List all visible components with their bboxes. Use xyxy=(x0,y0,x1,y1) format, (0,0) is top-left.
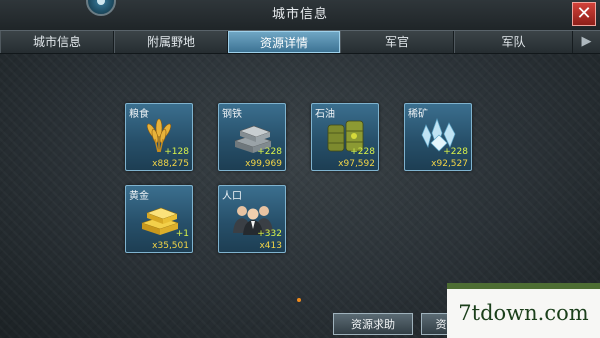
close-button[interactable]: ✕ xyxy=(572,2,596,26)
resource-total: x92,527 xyxy=(431,159,468,169)
tab-attached-wilds[interactable]: 附属野地 xyxy=(114,31,228,53)
resource-total: x88,275 xyxy=(152,159,189,169)
resource-rate: +128 xyxy=(164,147,189,157)
tab-city-info[interactable]: 城市信息 xyxy=(0,31,114,53)
watermark: 7tdown.com xyxy=(447,283,600,338)
tab-officers[interactable]: 军官 xyxy=(340,31,454,53)
resource-total: x99,969 xyxy=(245,159,282,169)
resource-total: x413 xyxy=(259,241,282,251)
resource-card-rare-ore[interactable]: 稀矿 +228 x92,527 xyxy=(404,103,472,171)
title-bar: 城市信息 ✕ xyxy=(0,0,600,31)
resource-card-food[interactable]: 粮食 +128 x88,275 xyxy=(125,103,193,171)
window-title: 城市信息 xyxy=(271,7,328,22)
tab-bar: 城市信息 附属野地 资源详情 军官 军队 ▶ xyxy=(0,30,600,54)
resource-help-button[interactable]: 资源求助 xyxy=(333,313,413,335)
resource-rate: +228 xyxy=(350,147,375,157)
tab-resource-details[interactable]: 资源详情 xyxy=(228,31,340,53)
resource-rate: +228 xyxy=(257,147,282,157)
resource-card-oil[interactable]: 石油 +228 x97,592 xyxy=(311,103,379,171)
resource-card-population[interactable]: 人口 +332 x413 xyxy=(218,185,286,253)
watermark-text: 7tdown.com xyxy=(458,301,589,325)
resource-card-gold[interactable]: 黄金 +1 x35,501 xyxy=(125,185,193,253)
page-indicator-dot xyxy=(297,298,301,302)
resource-card-steel[interactable]: 钢铁 +228 x99,969 xyxy=(218,103,286,171)
tab-scroll-right-icon[interactable]: ▶ xyxy=(573,31,600,53)
resource-total: x35,501 xyxy=(152,241,189,251)
resource-rate: +1 xyxy=(175,229,189,239)
resource-total: x97,592 xyxy=(338,159,375,169)
resource-rate: +228 xyxy=(443,147,468,157)
tab-army[interactable]: 军队 xyxy=(454,31,573,53)
resource-rate: +332 xyxy=(257,229,282,239)
